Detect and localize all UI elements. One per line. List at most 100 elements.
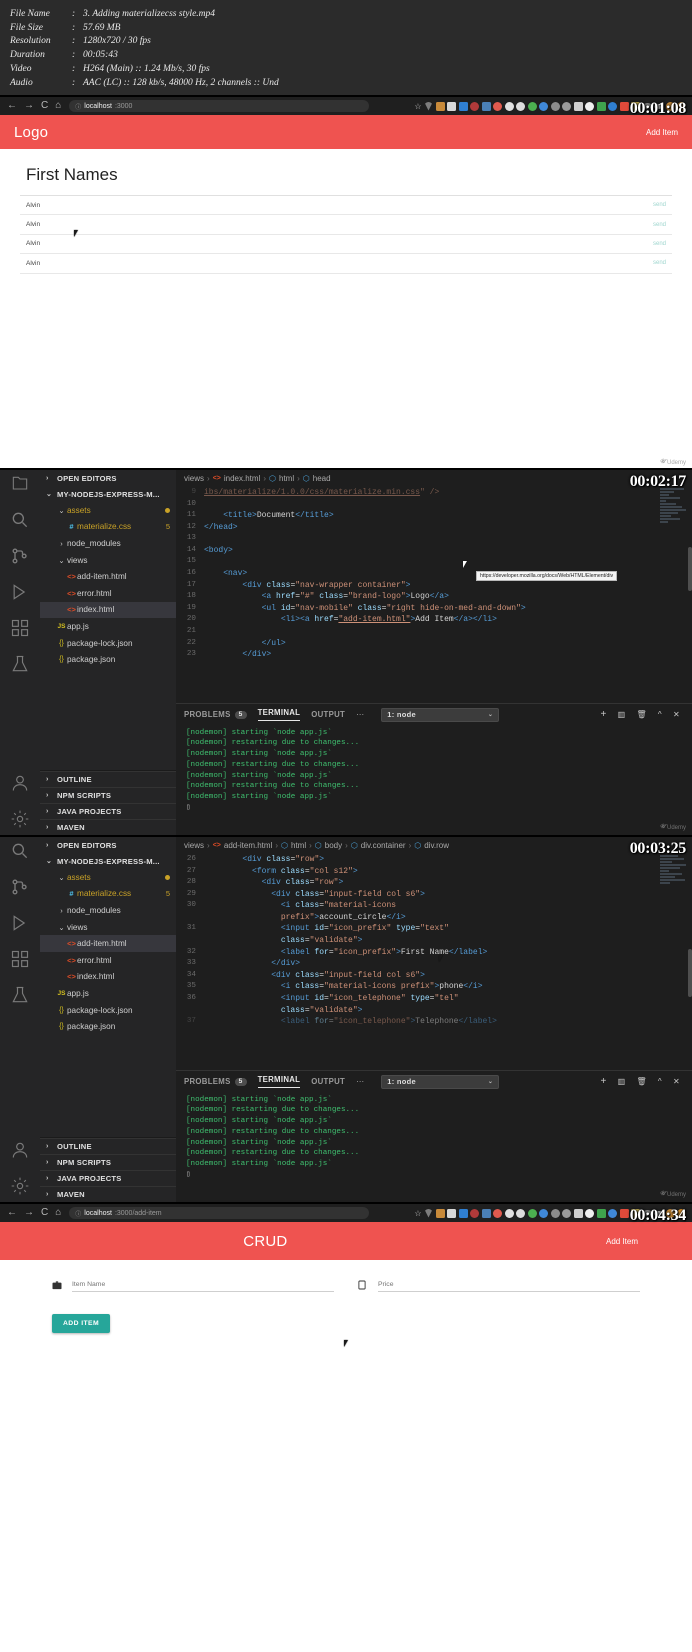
tab-problems[interactable]: PROBLEMS: [184, 710, 231, 719]
section-outline[interactable]: › OUTLINE: [40, 1138, 176, 1154]
breadcrumb[interactable]: views › <> index.html › ⬡ html › ⬡ head: [176, 470, 692, 487]
back-icon[interactable]: ←: [7, 1208, 17, 1218]
forward-icon[interactable]: →: [24, 1208, 34, 1218]
send-link[interactable]: send: [653, 222, 666, 228]
nav-link-add-item[interactable]: Add Item: [606, 1237, 638, 1246]
extension-icon[interactable]: [447, 1208, 456, 1218]
home-icon[interactable]: ⌂: [55, 101, 61, 111]
tree-item-package-lock-json[interactable]: {} package-lock.json: [40, 635, 176, 652]
close-panel-icon[interactable]: ✕: [673, 1077, 680, 1086]
account-icon[interactable]: [10, 1140, 30, 1160]
maximize-panel-icon[interactable]: ^: [658, 710, 662, 719]
tree-item-index-html[interactable]: <> index.html: [40, 601, 176, 619]
reload-icon[interactable]: C: [41, 1208, 48, 1218]
item-name-input[interactable]: [72, 1281, 334, 1292]
tree-item-error-html[interactable]: <> error.html: [40, 952, 176, 969]
extension-icon[interactable]: [458, 1208, 468, 1218]
shell-select[interactable]: 1: node ⌄: [381, 707, 500, 722]
breadcrumb-item[interactable]: views: [184, 474, 204, 483]
section-npm-scripts[interactable]: › NPM SCRIPTS: [40, 787, 176, 803]
section-npm-scripts[interactable]: › NPM SCRIPTS: [40, 1154, 176, 1170]
extension-icon[interactable]: [447, 101, 456, 111]
close-panel-icon[interactable]: ✕: [673, 710, 680, 719]
tree-item-assets[interactable]: ⌄ assets: [40, 502, 176, 519]
list-item[interactable]: Alvin send: [20, 254, 672, 274]
list-item[interactable]: Alvin send: [20, 235, 672, 255]
extension-icon[interactable]: [435, 1208, 445, 1218]
bookmark-star-icon[interactable]: ☆: [414, 102, 421, 111]
shell-select[interactable]: 1: node ⌄: [381, 1074, 500, 1089]
more-tabs-icon[interactable]: ⋯: [356, 710, 364, 719]
tree-item-node-modules[interactable]: › node_modules: [40, 535, 176, 552]
extension-icon[interactable]: [539, 1208, 548, 1218]
split-terminal-icon[interactable]: ▥: [618, 710, 626, 719]
extension-icon[interactable]: [504, 1208, 514, 1218]
extension-icon[interactable]: [608, 101, 617, 111]
breadcrumb-item[interactable]: div.row: [424, 841, 449, 850]
extension-icon[interactable]: [470, 1208, 479, 1218]
settings-gear-icon[interactable]: [10, 809, 30, 829]
extension-icon[interactable]: [596, 101, 606, 111]
extension-icon[interactable]: [493, 101, 502, 111]
section-project-root[interactable]: ⌄ MY-NODEJS-EXPRESS-M...: [40, 853, 176, 869]
source-control-icon[interactable]: [10, 877, 30, 897]
account-icon[interactable]: [10, 773, 30, 793]
split-terminal-icon[interactable]: ▥: [618, 1077, 626, 1086]
section-project-root[interactable]: ⌄ MY-NODEJS-EXPRESS-M...: [40, 486, 176, 502]
tab-terminal[interactable]: TERMINAL: [257, 708, 301, 722]
breadcrumb[interactable]: views › <> add-item.html › ⬡ html › ⬡ body › ⬡ div.c…: [176, 837, 692, 854]
extension-icon[interactable]: [585, 101, 594, 111]
breadcrumb-item[interactable]: head: [313, 474, 331, 483]
breadcrumb-item[interactable]: index.html: [224, 474, 260, 483]
extensions-icon[interactable]: [10, 618, 30, 638]
extension-icon[interactable]: [516, 1208, 525, 1218]
add-item-submit-button[interactable]: ADD ITEM: [52, 1314, 111, 1333]
address-bar[interactable]: ⓘ localhost:3000: [69, 100, 370, 112]
tree-item-add-item-html[interactable]: <> add-item.html: [40, 935, 176, 952]
section-java-projects[interactable]: › JAVA PROJECTS: [40, 1170, 176, 1186]
extension-icon[interactable]: [619, 101, 629, 111]
brand-logo[interactable]: CRUD: [173, 1233, 287, 1250]
section-maven[interactable]: › MAVEN: [40, 1186, 176, 1202]
home-icon[interactable]: ⌂: [55, 1208, 61, 1218]
extension-icon[interactable]: [596, 1208, 606, 1218]
run-debug-icon[interactable]: [10, 913, 30, 933]
tree-item-package-json[interactable]: {} package.json: [40, 651, 176, 668]
testing-icon[interactable]: [10, 654, 30, 674]
tree-item-materialize-css[interactable]: # materialize.css 5: [40, 886, 176, 903]
settings-gear-icon[interactable]: [10, 1176, 30, 1196]
send-link[interactable]: send: [653, 202, 666, 208]
tree-item-assets[interactable]: ⌄ assets: [40, 869, 176, 886]
extension-icon[interactable]: [481, 1208, 491, 1218]
tab-output[interactable]: OUTPUT: [311, 710, 345, 719]
new-terminal-icon[interactable]: +: [600, 1076, 606, 1087]
tree-item-node-modules[interactable]: › node_modules: [40, 902, 176, 919]
forward-icon[interactable]: →: [24, 101, 34, 111]
section-java-projects[interactable]: › JAVA PROJECTS: [40, 803, 176, 819]
kill-terminal-icon[interactable]: 🗑: [636, 1077, 646, 1086]
section-open-editors[interactable]: › OPEN EDITORS: [40, 837, 176, 853]
extension-icon[interactable]: [550, 101, 560, 111]
maximize-panel-icon[interactable]: ^: [658, 1077, 662, 1086]
search-icon[interactable]: [10, 510, 30, 530]
nav-link-add-item[interactable]: Add Item: [646, 128, 678, 137]
more-tabs-icon[interactable]: ⋯: [356, 1077, 364, 1086]
tree-item-app-js[interactable]: JS app.js: [40, 618, 176, 635]
breadcrumb-item[interactable]: html: [279, 474, 294, 483]
terminal-output[interactable]: [nodemon] starting `node app.js` [nodemon…: [176, 726, 692, 814]
tree-item-views[interactable]: ⌄ views: [40, 552, 176, 569]
tab-output[interactable]: OUTPUT: [311, 1077, 345, 1086]
breadcrumb-item[interactable]: html: [291, 841, 306, 850]
price-input[interactable]: [378, 1281, 640, 1292]
extension-icon[interactable]: [493, 1208, 502, 1218]
run-debug-icon[interactable]: [10, 582, 30, 602]
code-editor[interactable]: 26 <div class="row"> 27 <form class="col …: [176, 854, 692, 1070]
extension-icon[interactable]: [481, 101, 491, 111]
section-maven[interactable]: › MAVEN: [40, 819, 176, 835]
extension-icon[interactable]: [562, 1208, 571, 1218]
editor-scrollbar[interactable]: [688, 948, 692, 997]
extension-icon[interactable]: [619, 1208, 629, 1218]
extension-icon[interactable]: [527, 1208, 537, 1218]
send-link[interactable]: send: [653, 260, 666, 266]
extension-icon[interactable]: [585, 1208, 594, 1218]
